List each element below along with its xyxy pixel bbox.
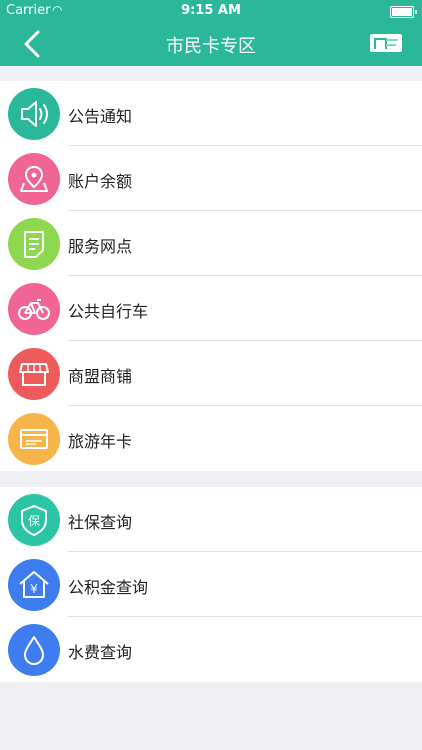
bicycle-icon [18, 299, 50, 320]
menu-item-label: 水费查询 [68, 643, 133, 662]
menu-item-tourism-card[interactable]: 旅游年卡 [0, 406, 422, 471]
menu-item-merchant-shops[interactable]: 商盟商铺 [0, 341, 422, 406]
battery-icon [390, 6, 417, 18]
menu-item-label: 公共自行车 [68, 302, 149, 321]
nav-bar: 市民卡专区 [0, 22, 422, 66]
document-icon [24, 231, 44, 258]
menu-group-services: 公告通知 账户余额 服务网点 公共自行车 商盟商铺 旅游年卡 [0, 81, 422, 471]
status-time: 9:15 AM [181, 3, 241, 18]
citizen-card-button[interactable] [370, 34, 402, 52]
menu-item-housing-fund[interactable]: ¥ 公积金查询 [0, 552, 422, 617]
svg-text:保: 保 [28, 514, 40, 528]
menu-item-label: 服务网点 [68, 237, 133, 256]
menu-item-label: 商盟商铺 [68, 367, 133, 386]
menu-item-water-bill[interactable]: 水费查询 [0, 617, 422, 682]
status-bar: Carrier ◠ 9:15 AM [0, 0, 422, 22]
menu-item-label: 社保查询 [68, 513, 133, 532]
menu-item-public-bicycle[interactable]: 公共自行车 [0, 276, 422, 341]
header-bar: Carrier ◠ 9:15 AM 市民卡专区 [0, 0, 422, 66]
house-yen-icon: ¥ [19, 571, 49, 598]
menu-group-queries: 保 社保查询 ¥ 公积金查询 水费查询 [0, 487, 422, 682]
water-drop-icon [24, 636, 44, 665]
menu-item-label: 账户余额 [68, 172, 133, 191]
svg-text:¥: ¥ [30, 582, 38, 596]
page-title: 市民卡专区 [166, 36, 256, 57]
store-icon [19, 363, 49, 386]
menu-item-label: 公积金查询 [68, 578, 149, 597]
shield-bao-icon: 保 [21, 505, 47, 536]
menu-item-announcements[interactable]: 公告通知 [0, 81, 422, 146]
menu-item-account-balance[interactable]: 账户余额 [0, 146, 422, 211]
menu-item-social-security[interactable]: 保 社保查询 [0, 487, 422, 552]
menu-item-service-outlets[interactable]: 服务网点 [0, 211, 422, 276]
location-map-icon [20, 165, 48, 192]
speaker-icon [21, 101, 48, 127]
menu-item-label: 公告通知 [68, 107, 133, 126]
ticket-card-icon [20, 429, 48, 449]
menu-item-label: 旅游年卡 [68, 432, 133, 451]
